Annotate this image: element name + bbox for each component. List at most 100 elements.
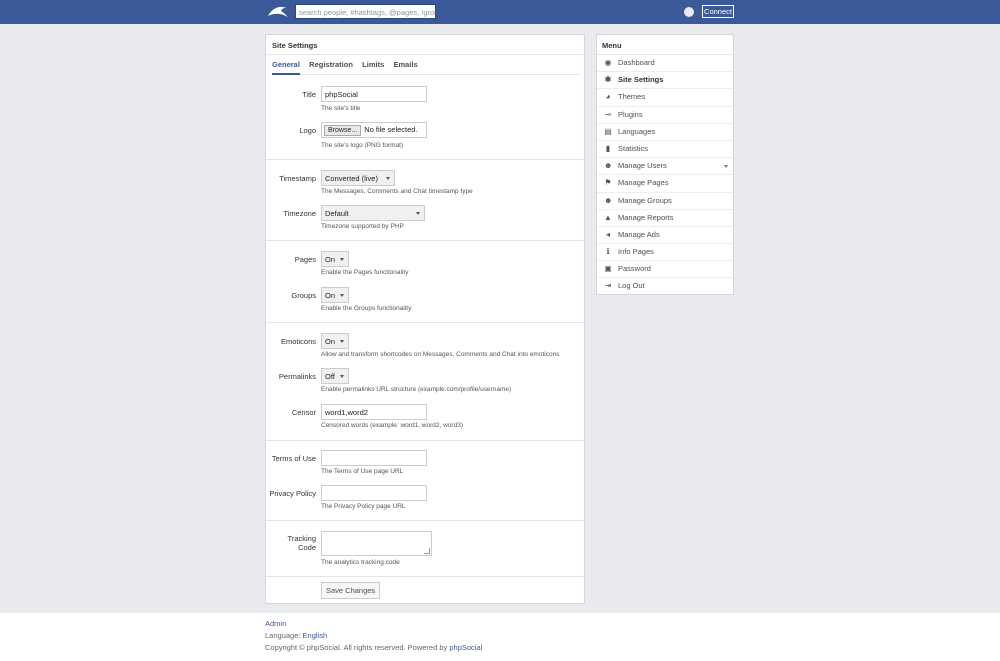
tab-general[interactable]: General [272, 60, 300, 75]
menu-item-manage-pages[interactable]: ⚑ Manage Pages [597, 175, 733, 193]
permalinks-select[interactable]: Off [321, 368, 349, 384]
groups-select[interactable]: On [321, 287, 349, 303]
menu-item-dashboard[interactable]: ◉ Dashboard [597, 55, 733, 73]
timestamp-value: Converted (live) [325, 174, 378, 183]
permalinks-value: Off [325, 372, 335, 381]
menu-item-plugins[interactable]: ⊸ Plugins [597, 107, 733, 124]
lock-icon: ▣ [604, 264, 612, 274]
tab-limits[interactable]: Limits [362, 60, 384, 73]
file-status: No file selected. [364, 125, 418, 134]
admin-menu: Menu ◉ Dashboard ✱ Site Settings ◕ Themes ⊸ Plu… [596, 34, 734, 295]
pages-select[interactable]: On [321, 251, 349, 267]
search-input[interactable]: search people, #hashtags, @pages, !group… [295, 4, 436, 19]
divider [266, 440, 584, 441]
menu-item-label: Manage Users [618, 161, 667, 171]
timezone-select[interactable]: Default [321, 205, 425, 221]
chevron-down-icon[interactable] [724, 165, 728, 169]
divider [266, 520, 584, 521]
permalinks-label: Permalinks [278, 372, 316, 381]
footer: Admin Language: English Copyright © phpS… [0, 613, 1000, 661]
chat-icon: ▤ [604, 126, 612, 136]
site-settings-panel: Site Settings General Registration Limit… [265, 34, 585, 604]
emoticons-hint: Allow and transform shortcodes on Messag… [321, 351, 560, 358]
menu-item-statistics[interactable]: ▮ Statistics [597, 141, 733, 159]
dolphin-logo-icon[interactable] [266, 4, 290, 20]
menu-item-site-settings[interactable]: ✱ Site Settings [597, 72, 733, 90]
timezone-hint: Timezone supported by PHP [321, 223, 404, 230]
logo-hint: The site's logo (PNG format) [321, 142, 404, 149]
menu-item-log-out[interactable]: ⇥ Log Out [597, 278, 733, 295]
chevron-down-icon [340, 375, 344, 378]
menu-item-manage-reports[interactable]: ▲ Manage Reports [597, 210, 733, 227]
chevron-down-icon [386, 177, 390, 180]
emoticons-select[interactable]: On [321, 333, 349, 349]
menu-item-info-pages[interactable]: ℹ Info Pages [597, 244, 733, 262]
timezone-value: Default [325, 209, 349, 218]
footer-language-row: Language: English [265, 631, 327, 640]
groups-value: On [325, 291, 336, 300]
language-prefix: Language: [265, 631, 303, 640]
tracking-label: Tracking Code [288, 534, 316, 552]
dashboard-icon: ◉ [604, 58, 612, 67]
censor-input[interactable]: word1,word2 [321, 404, 427, 420]
globe-icon[interactable] [684, 7, 694, 17]
tab-emails[interactable]: Emails [394, 60, 418, 73]
pages-label: Pages [294, 255, 316, 264]
settings-tabs: General Registration Limits Emails [272, 60, 580, 75]
pages-value: On [325, 255, 336, 264]
tab-registration[interactable]: Registration [309, 60, 353, 73]
title-input[interactable]: phpSocial [321, 86, 427, 102]
warning-icon: ▲ [604, 212, 612, 222]
censor-label: Censor [291, 408, 316, 417]
menu-item-themes[interactable]: ◕ Themes [597, 89, 733, 107]
chevron-down-icon [340, 340, 344, 343]
gear-icon: ✱ [604, 75, 612, 85]
logout-icon: ⇥ [604, 281, 612, 291]
plug-icon: ⊸ [604, 109, 612, 119]
timestamp-select[interactable]: Converted (live) [321, 170, 395, 186]
tracking-hint: The analytics tracking code [321, 559, 400, 566]
divider [266, 159, 584, 160]
browse-button[interactable]: Browse... [324, 125, 362, 136]
logo-file-input[interactable]: Browse... No file selected. [321, 122, 427, 138]
menu-item-manage-groups[interactable]: ☻ Manage Groups [597, 193, 733, 210]
timestamp-hint: The Messages, Comments and Chat timestam… [321, 188, 473, 195]
chevron-down-icon [340, 294, 344, 297]
menu-item-label: Log Out [618, 281, 645, 291]
language-link[interactable]: English [303, 631, 328, 640]
group-icon: ☻ [604, 195, 613, 205]
menu-item-label: Password [618, 264, 651, 274]
menu-item-label: Manage Ads [618, 229, 660, 239]
powered-by-link[interactable]: phpSocial [449, 643, 482, 652]
flag-icon: ⚑ [604, 178, 612, 188]
footer-admin-row: Admin [265, 619, 286, 628]
menu-item-label: Themes [618, 92, 646, 102]
groups-hint: Enable the Groups functionality [321, 305, 412, 312]
emoticons-value: On [325, 337, 336, 346]
menu-item-label: Languages [618, 126, 656, 136]
menu-title: Menu [597, 35, 733, 55]
megaphone-icon: ◂ [605, 229, 610, 239]
menu-item-languages[interactable]: ▤ Languages [597, 124, 733, 141]
privacy-url-input[interactable] [321, 485, 427, 501]
resize-grip-icon[interactable] [424, 548, 430, 554]
chevron-down-icon [416, 212, 420, 215]
tracking-code-textarea[interactable] [321, 531, 432, 556]
copyright-text: Copyright © phpSocial. All rights reserv… [265, 643, 450, 652]
save-changes-button[interactable]: Save Changes [321, 582, 381, 599]
admin-link[interactable]: Admin [265, 619, 286, 628]
menu-item-manage-ads[interactable]: ◂ Manage Ads [597, 227, 733, 245]
censor-hint: Censored words (example: word1, word2, w… [321, 422, 463, 429]
tracking-label-line2: Code [298, 543, 316, 552]
menu-item-manage-users[interactable]: ☻ Manage Users [597, 158, 733, 176]
menu-item-password[interactable]: ▣ Password [597, 261, 733, 279]
menu-item-label: Info Pages [618, 247, 654, 257]
menu-item-label: Manage Pages [618, 178, 669, 188]
menu-item-label: Manage Groups [618, 195, 672, 205]
menu-item-label: Dashboard [618, 58, 655, 67]
bar-chart-icon: ▮ [605, 143, 611, 153]
info-icon: ℹ [606, 247, 610, 257]
privacy-label: Privacy Policy [269, 489, 316, 498]
connect-button[interactable]: Connect [702, 5, 734, 18]
terms-url-input[interactable] [321, 450, 427, 466]
